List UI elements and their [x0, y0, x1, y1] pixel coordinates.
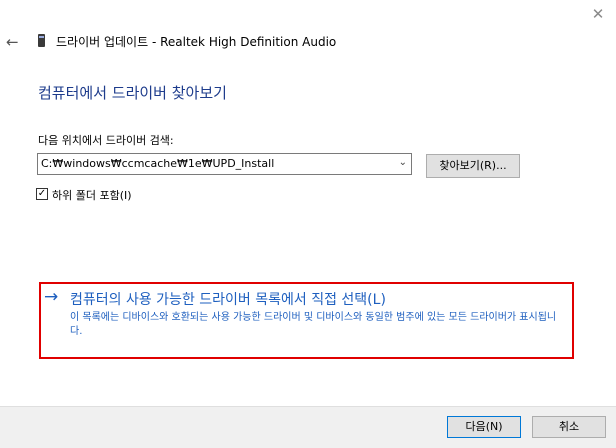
browse-button[interactable]: 찾아보기(R)...: [426, 154, 520, 178]
back-arrow-icon[interactable]: ←: [6, 34, 22, 50]
arrow-right-icon[interactable]: →: [44, 287, 58, 307]
device-icon: [38, 34, 45, 47]
window-title: 드라이버 업데이트 - Realtek High Definition Audi…: [56, 35, 337, 49]
chevron-down-icon[interactable]: ⌄: [399, 157, 407, 168]
close-icon[interactable]: ✕: [590, 6, 606, 22]
driver-path-combobox[interactable]: C:₩windows₩ccmcache₩1e₩UPD_Install ⌄: [37, 153, 412, 175]
pick-from-list-link[interactable]: 컴퓨터의 사용 가능한 드라이버 목록에서 직접 선택(L): [70, 289, 386, 309]
driver-path-value[interactable]: C:₩windows₩ccmcache₩1e₩UPD_Install: [41, 157, 274, 170]
include-subfolders-label[interactable]: 하위 폴더 포함(I): [52, 187, 132, 203]
page-title: 컴퓨터에서 드라이버 찾아보기: [38, 84, 227, 102]
include-subfolders-checkbox[interactable]: ✓: [36, 188, 48, 200]
pick-from-list-description: 이 목록에는 디바이스와 호환되는 사용 가능한 드라이버 및 디바이스와 동일…: [70, 312, 557, 337]
search-location-label: 다음 위치에서 드라이버 검색:: [38, 134, 174, 147]
next-button[interactable]: 다음(N): [447, 416, 521, 438]
cancel-button[interactable]: 취소: [532, 416, 606, 438]
footer-bar: [0, 406, 616, 448]
